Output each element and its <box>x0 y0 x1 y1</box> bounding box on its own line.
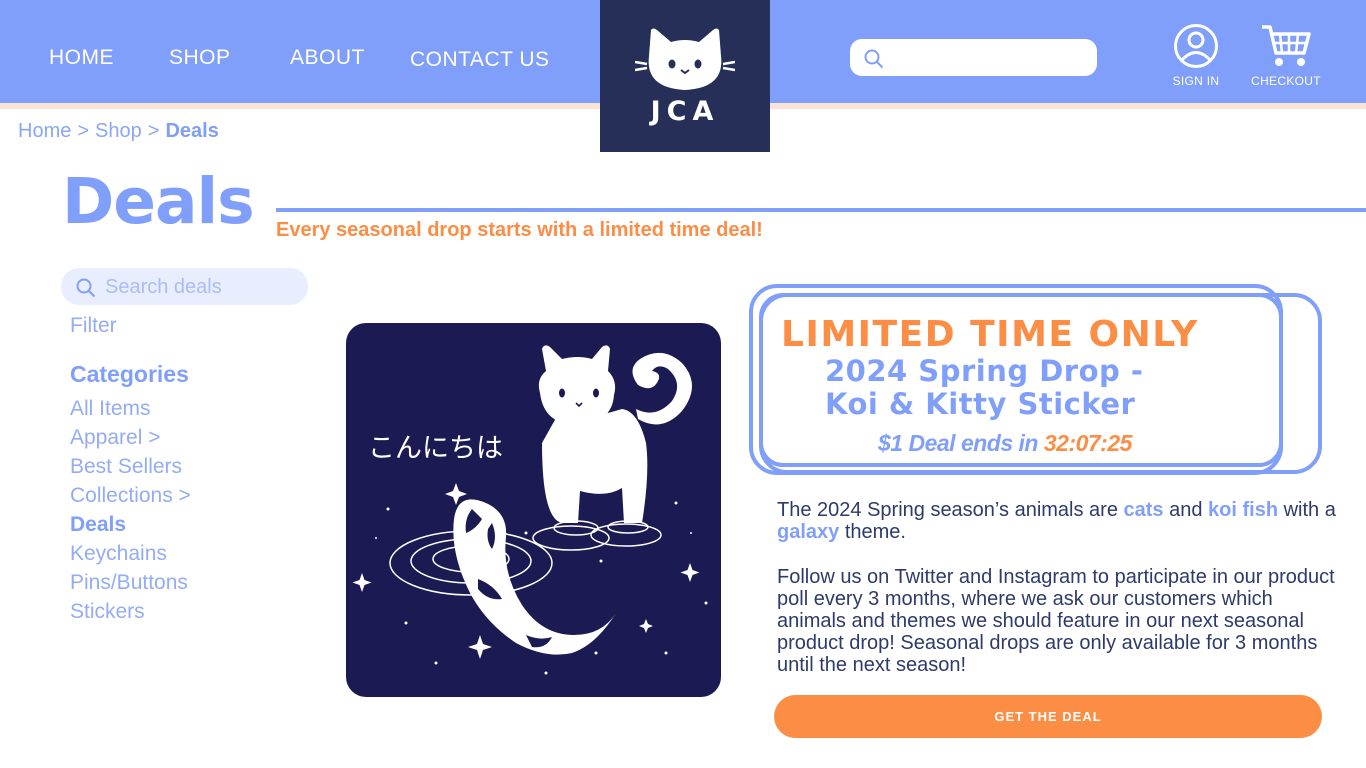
logo-text: JCA <box>650 96 720 127</box>
art-greeting-text: こんにちは <box>368 433 503 464</box>
desc-text: The 2024 Spring season’s animals are <box>777 499 1124 521</box>
sign-in-label: SIGN IN <box>1172 74 1220 88</box>
header-search-input[interactable] <box>892 45 1087 70</box>
limited-time-heading: LIMITED TIME ONLY <box>781 314 1199 355</box>
title-divider <box>276 208 1366 212</box>
get-the-deal-button[interactable]: GET THE DEAL <box>774 695 1322 738</box>
breadcrumb-separator: > <box>77 120 90 142</box>
sign-in-button[interactable]: SIGN IN <box>1164 23 1228 88</box>
header-search-bar[interactable] <box>850 39 1097 76</box>
search-icon <box>76 278 96 298</box>
breadcrumb-separator: > <box>147 120 160 142</box>
breadcrumb: Home > Shop > Deals <box>18 120 219 143</box>
deal-countdown-label: $1 Deal ends in <box>878 430 1044 456</box>
page-title: Deals <box>62 165 255 238</box>
cart-icon <box>1262 25 1311 66</box>
desc-highlight-galaxy: galaxy <box>777 521 840 543</box>
deals-search-input[interactable] <box>105 274 301 300</box>
cat-face-icon <box>635 28 735 90</box>
category-apparel[interactable]: Apparel > <box>70 426 191 455</box>
desc-text: theme. <box>839 521 906 543</box>
desc-highlight-koi: koi fish <box>1208 499 1279 521</box>
product-poll-text: Follow us on Twitter and Instagram to pa… <box>777 566 1335 676</box>
breadcrumb-home[interactable]: Home <box>18 120 71 142</box>
product-name-line1: 2024 Spring Drop - <box>825 354 1144 388</box>
category-all-items[interactable]: All Items <box>70 397 191 426</box>
desc-text: and <box>1163 499 1209 521</box>
categories-heading: Categories <box>70 361 189 387</box>
deal-countdown: $1 Deal ends in 32:07:25 <box>878 430 1132 457</box>
nav-shop-link[interactable]: SHOP <box>169 46 231 70</box>
product-image: こんにちは <box>346 323 721 697</box>
product-description: The 2024 Spring season’s animals are cat… <box>777 499 1337 543</box>
category-stickers[interactable]: Stickers <box>70 600 191 629</box>
category-pins-buttons[interactable]: Pins/Buttons <box>70 571 191 600</box>
category-deals[interactable]: Deals <box>70 513 191 542</box>
desc-highlight-cats: cats <box>1123 499 1164 521</box>
product-name-line2: Koi & Kitty Sticker <box>825 387 1136 421</box>
breadcrumb-shop[interactable]: Shop <box>95 120 142 142</box>
checkout-button[interactable]: CHECKOUT <box>1244 23 1328 88</box>
site-logo[interactable]: JCA <box>600 0 770 152</box>
product-name: 2024 Spring Drop - Koi & Kitty Sticker <box>825 355 1245 421</box>
koi-and-kitty-illustration <box>352 345 708 675</box>
page-subtitle: Every seasonal drop starts with a limite… <box>276 219 763 241</box>
nav-home-link[interactable]: HOME <box>49 46 114 70</box>
deals-search-bar[interactable] <box>61 268 308 305</box>
user-icon <box>1174 24 1218 68</box>
category-list: All Items Apparel > Best Sellers Collect… <box>70 397 191 629</box>
nav-about-link[interactable]: ABOUT <box>290 46 365 70</box>
category-collections[interactable]: Collections > <box>70 484 191 513</box>
category-keychains[interactable]: Keychains <box>70 542 191 571</box>
countdown-timer: 32:07:25 <box>1043 430 1133 456</box>
category-best-sellers[interactable]: Best Sellers <box>70 455 191 484</box>
desc-text: with a <box>1278 499 1336 521</box>
checkout-label: CHECKOUT <box>1251 74 1321 88</box>
nav-contact-link[interactable]: CONTACT US <box>410 48 550 72</box>
breadcrumb-current: Deals <box>165 120 219 142</box>
search-icon <box>864 49 884 69</box>
filter-button[interactable]: Filter <box>70 314 117 338</box>
